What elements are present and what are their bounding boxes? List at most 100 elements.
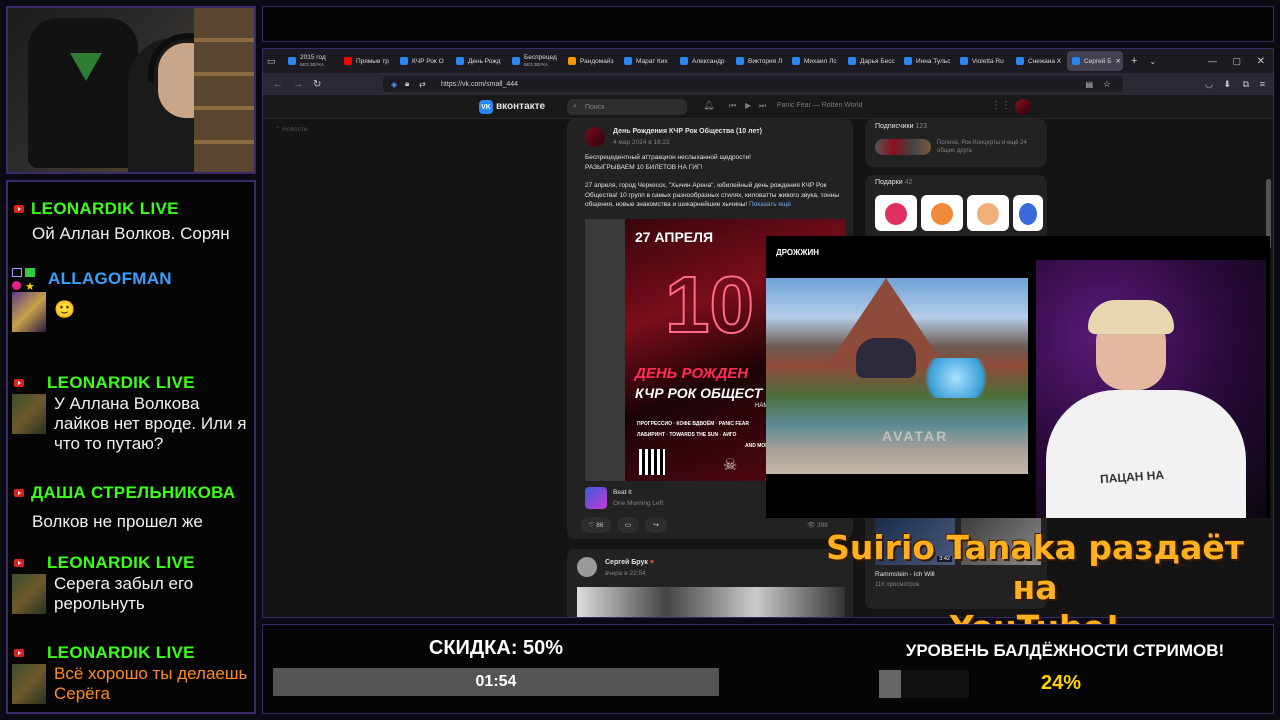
tab-favicon-icon (1072, 57, 1080, 65)
chat-text: Ой Аллан Волков. Сорян (32, 224, 230, 243)
browser-tab[interactable]: Виктория Л (731, 51, 787, 71)
post-author-avatar[interactable] (585, 127, 605, 147)
browser-tab[interactable]: День Рожд (451, 51, 507, 71)
martial-artist-figure (856, 338, 916, 378)
mutual-friends-text[interactable]: Полина, Рок-Концерты и ещё 24 общих друг… (937, 139, 1037, 155)
chat-username: LEONARDIK LIVE (14, 198, 248, 220)
pocket-icon[interactable]: ◡ (1205, 79, 1213, 90)
close-tab-icon[interactable]: ✕ (1115, 57, 1120, 65)
chat-text: 🙂 (54, 300, 76, 319)
post-body-text: 27 апреля, город Черкесск, "Хычин Арена"… (585, 182, 840, 208)
like-button[interactable]: ♡ 86 (581, 517, 611, 533)
bell-icon[interactable]: 🔔︎ (703, 100, 714, 111)
subscribers-header[interactable]: Подписчики 123 (875, 123, 927, 130)
maximize-icon[interactable]: ▢ (1232, 56, 1241, 67)
stream-info-bar: СКИДКА: 50% 01:54 УРОВЕНЬ БАЛДЁЖНОСТИ СТ… (262, 624, 1274, 714)
poster-gray-strip (585, 219, 625, 481)
post-author-name[interactable]: Сергей Брук ♥ (605, 559, 654, 566)
track-cover[interactable] (585, 487, 607, 509)
back-icon[interactable]: ← (273, 79, 283, 90)
browser-tab[interactable]: Александр (675, 51, 731, 71)
track-artist[interactable]: One Morning Left (613, 500, 663, 507)
downloads-icon[interactable]: ⬇ (1223, 79, 1231, 90)
tab-overflow-icon[interactable]: ⌄ (1149, 57, 1156, 66)
browser-tab[interactable]: Марат Ких (619, 51, 675, 71)
tab-label: Марат Ких (636, 57, 668, 65)
browser-tab[interactable]: 2015 год БЕЗ ЗВУКА (283, 51, 339, 71)
tab-favicon-icon (1016, 57, 1024, 65)
poster-title-1: ДЕНЬ РОЖДЕН (635, 365, 749, 382)
tab-favicon-icon (288, 57, 296, 65)
vk-logo-text[interactable]: вконтакте (496, 101, 545, 112)
like-count: 86 (596, 521, 604, 529)
bookmark-star-icon[interactable]: ☆ (1103, 79, 1111, 90)
post-author-avatar[interactable] (577, 557, 597, 577)
tab-list-icon[interactable]: ▭ (267, 56, 283, 67)
twitch-badges: ★ (12, 268, 40, 294)
play-icon[interactable]: ▶ (745, 101, 751, 110)
close-window-icon[interactable]: ✕ (1257, 56, 1265, 67)
chat-message: LEONARDIK LIVE У Аллана Волкова лайков н… (8, 372, 254, 454)
show-more-link[interactable]: Показать ещё (749, 201, 791, 208)
left-nav-news[interactable]: ⌃ Новости (275, 125, 307, 133)
post-text: Беспрецедентный аттракцион неслыханной щ… (585, 153, 845, 210)
browser-tab[interactable]: Сергей Б ✕ (1067, 51, 1123, 71)
tab-title: Михаил Лс (804, 58, 837, 65)
tab-title: Рандомайз (580, 58, 613, 65)
forward-icon[interactable]: → (293, 79, 303, 90)
tab-label: Инна Тульс (916, 57, 951, 65)
shield-icon: ◈ (391, 79, 398, 89)
post-date[interactable]: 4 мар 2024 в 16:22 (613, 139, 670, 146)
next-track-icon[interactable]: ⏭ (759, 101, 766, 111)
apps-grid-icon[interactable]: ⋮⋮ (991, 100, 1011, 111)
browser-tab[interactable]: КЧР Рок О (395, 51, 451, 71)
subscriber-avatars[interactable] (875, 139, 931, 155)
tab-title: Сергей Б (1084, 58, 1111, 65)
youtube-icon (14, 559, 24, 567)
new-tab-icon[interactable]: + (1131, 55, 1137, 67)
gift-item[interactable] (967, 195, 1009, 231)
browser-tab[interactable]: Михаил Лс (787, 51, 843, 71)
minimize-icon[interactable]: — (1208, 56, 1217, 66)
track-title[interactable]: Beat It (613, 489, 632, 496)
tab-favicon-icon (960, 57, 968, 65)
browser-tab[interactable]: Violetta Ru (955, 51, 1011, 71)
browser-tab[interactable]: Беспрецед БЕЗ ЗВУКА (507, 51, 563, 71)
tab-favicon-icon (736, 57, 744, 65)
prev-track-icon[interactable]: ⏮ (729, 101, 736, 111)
browser-tab[interactable]: Дарья Бесс (843, 51, 899, 71)
navigation-bar: ← → ↻ ◈ 🔒︎ ⇄ https://vk.com/small_444 ▤ … (263, 73, 1273, 95)
profile-avatar[interactable] (1015, 99, 1031, 115)
search-placeholder: Поиск (585, 103, 605, 111)
username-text: LEONARDIK LIVE (47, 373, 195, 392)
post-author-name[interactable]: День Рождения КЧР Рок Общества (10 лет) (613, 128, 762, 135)
browser-tab[interactable]: Рандомайз (563, 51, 619, 71)
gaming-chair (28, 18, 138, 168)
reader-icon[interactable]: ▤ (1085, 80, 1093, 89)
youtube-icon (14, 489, 24, 497)
subscribers-block: Подписчики 123 Полина, Рок-Концерты и ещ… (865, 119, 1047, 167)
browser-tab[interactable]: Прямые тр (339, 51, 395, 71)
gift-item[interactable] (875, 195, 917, 231)
vk-logo-icon[interactable]: VK (479, 100, 493, 114)
vk-search-input[interactable]: ⌕ Поиск (567, 99, 687, 115)
menu-icon[interactable]: ≡ (1260, 79, 1265, 89)
gift-item[interactable] (921, 195, 963, 231)
tab-label: Виктория Л (748, 57, 783, 65)
browser-tab[interactable]: Снежана Х (1011, 51, 1067, 71)
username-text: ДАША СТРЕЛЬНИКОВА (31, 483, 236, 502)
address-bar[interactable]: ◈ 🔒︎ ⇄ https://vk.com/small_444 ▤ ☆ (383, 76, 1123, 92)
discount-label: СКИДКА: 50% (428, 637, 564, 659)
tab-favicon-icon (624, 57, 632, 65)
username-text: LEONARDIK LIVE (47, 643, 195, 662)
player-track-title[interactable]: Panic Fear — Rotten World (777, 102, 862, 109)
extensions-icon[interactable]: ⧉ (1243, 79, 1249, 90)
gift-item[interactable] (1013, 195, 1043, 231)
post-body: 27 апреля, город Черкесск, "Хычин Арена"… (585, 181, 845, 210)
gifts-header[interactable]: Подарки 42 (875, 179, 912, 186)
browser-tab[interactable]: Инна Тульс (899, 51, 955, 71)
reload-icon[interactable]: ↻ (313, 79, 321, 90)
comment-button[interactable]: ▭ (617, 517, 639, 533)
tab-title: КЧР Рок О (412, 58, 444, 65)
share-button[interactable]: ↪ (645, 517, 667, 533)
